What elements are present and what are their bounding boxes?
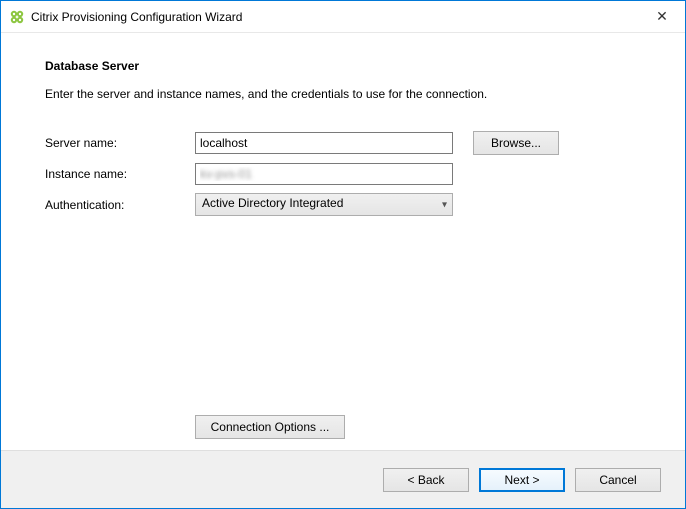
titlebar: Citrix Provisioning Configuration Wizard… bbox=[1, 1, 685, 33]
authentication-select-wrap[interactable]: Active Directory Integrated ▾ bbox=[195, 193, 453, 216]
browse-button[interactable]: Browse... bbox=[473, 131, 559, 155]
page-description: Enter the server and instance names, and… bbox=[45, 87, 645, 101]
back-button[interactable]: < Back bbox=[383, 468, 469, 492]
footer: < Back Next > Cancel bbox=[1, 450, 685, 508]
app-icon bbox=[9, 9, 25, 25]
page-heading: Database Server bbox=[45, 59, 645, 73]
content-area: Database Server Enter the server and ins… bbox=[1, 33, 685, 450]
instance-name-input[interactable] bbox=[195, 163, 453, 185]
authentication-row: Authentication: Active Directory Integra… bbox=[45, 193, 645, 216]
connection-options-button[interactable]: Connection Options ... bbox=[195, 415, 345, 439]
instance-name-label: Instance name: bbox=[45, 167, 195, 181]
cancel-button[interactable]: Cancel bbox=[575, 468, 661, 492]
instance-row: Instance name: bbox=[45, 163, 645, 185]
close-icon: ✕ bbox=[656, 8, 668, 25]
window-title: Citrix Provisioning Configuration Wizard bbox=[31, 10, 242, 24]
wizard-window: Citrix Provisioning Configuration Wizard… bbox=[0, 0, 686, 509]
authentication-select[interactable]: Active Directory Integrated bbox=[195, 193, 453, 216]
server-row: Server name: Browse... bbox=[45, 131, 645, 155]
next-button[interactable]: Next > bbox=[479, 468, 565, 492]
close-button[interactable]: ✕ bbox=[639, 1, 685, 33]
server-name-label: Server name: bbox=[45, 136, 195, 150]
server-name-input[interactable] bbox=[195, 132, 453, 154]
authentication-label: Authentication: bbox=[45, 198, 195, 212]
